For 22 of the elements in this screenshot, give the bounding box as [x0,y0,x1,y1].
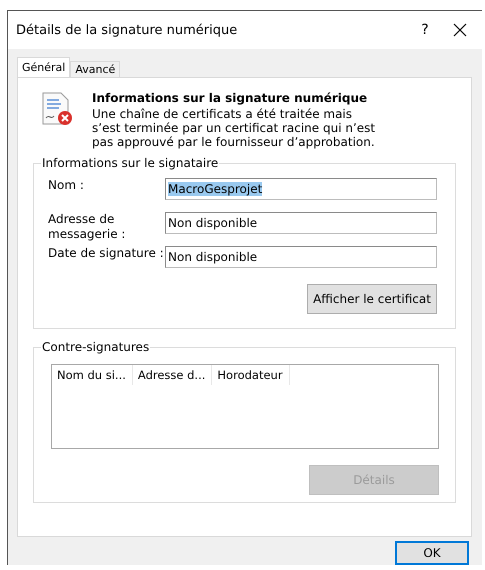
tab[interactable]: Général [17,57,70,77]
view-certificate-button[interactable]: Afficher le certificat [307,284,437,314]
column-header[interactable]: Nom du si... [52,365,133,385]
text-field[interactable]: MacroGesprojet [165,178,437,200]
window-title: Détails de la signature numérique [16,22,238,38]
field-label: Adresse de messagerie : [48,212,126,242]
ok-button[interactable]: OK [395,541,469,565]
info-heading: Informations sur la signature numérique [92,91,368,106]
text-field[interactable]: Non disponible [165,212,437,234]
column-header[interactable]: Horodateur [212,365,290,385]
field-label: Nom : [48,178,85,193]
help-button[interactable]: ? [406,22,444,38]
signature-error-icon [40,91,74,127]
text-field[interactable]: Non disponible [165,246,437,268]
info-message: Une chaîne de certificats a été traitée mais s’est terminée par un certificat racine qui n’est pas approuvé par le fournisseur d’approbation. [92,107,376,149]
group-title: Informations sur le signataire [41,155,220,171]
field-label: Date de signature : [48,246,165,261]
column-header[interactable]: Adresse d... [132,365,212,385]
close-icon[interactable] [452,22,468,38]
group-title: Contre-signatures [41,339,150,355]
list-view[interactable]: Nom du si... Adresse d... Horodateur [51,364,439,449]
tab[interactable]: Avancé [70,61,120,77]
